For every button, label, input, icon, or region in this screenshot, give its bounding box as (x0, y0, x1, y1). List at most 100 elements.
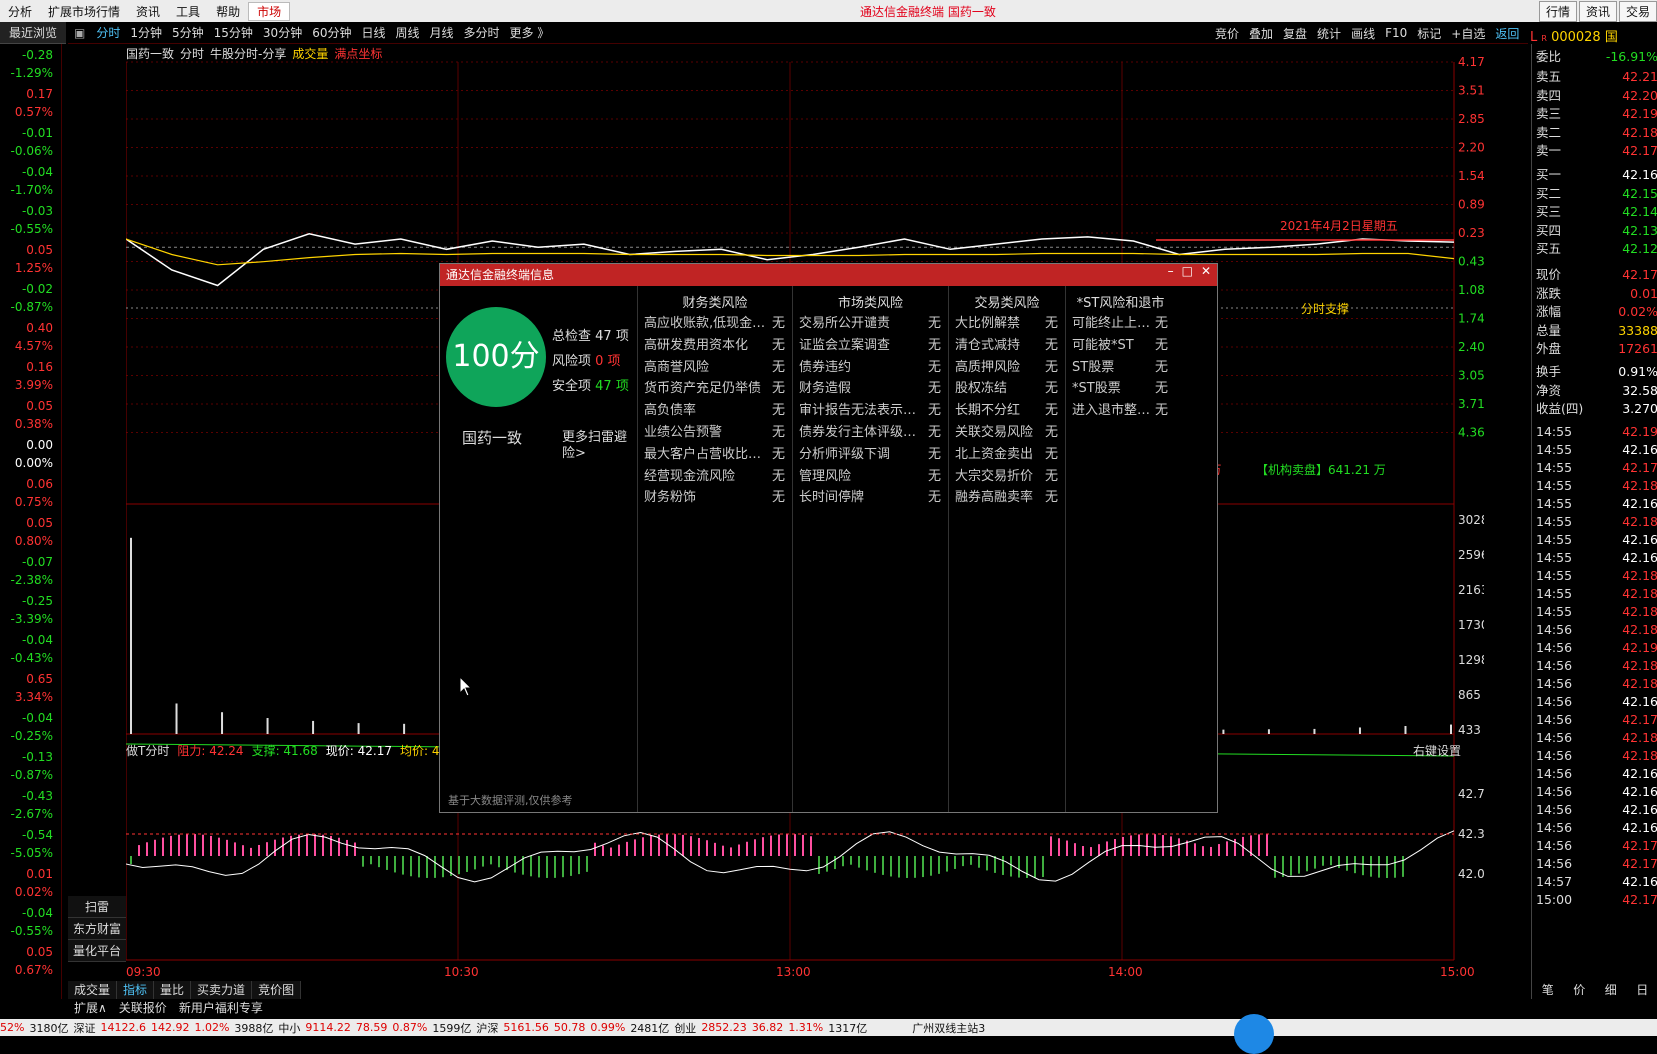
period-tab[interactable]: 周线 (391, 24, 425, 41)
risk-item[interactable]: 财务造假 无 (799, 377, 941, 396)
risk-item[interactable]: 交易所公开谴责 无 (799, 312, 941, 331)
risk-item[interactable]: 债券违约 无 (799, 356, 941, 375)
period-tab[interactable]: 1分钟 (125, 24, 167, 41)
floating-assistant-icon[interactable] (1234, 1014, 1274, 1054)
bottom-link[interactable]: 扩展∧ (68, 999, 113, 1017)
left-quote-change[interactable]: -0.07 (0, 553, 53, 571)
left-quote-change[interactable]: -0.28 (0, 46, 53, 64)
quote-tab[interactable]: 笔 (1542, 981, 1554, 998)
left-quote-change[interactable]: 0.65 (0, 670, 53, 688)
panel-toggle-icon[interactable]: ▣ (68, 26, 91, 40)
period-tab[interactable]: 分时 (91, 24, 125, 41)
risk-item[interactable]: 经营现金流风险 无 (644, 465, 785, 484)
left-quote-change[interactable]: 0.05 (0, 514, 53, 532)
left-quote-change[interactable]: 0.17 (0, 85, 53, 103)
maximize-icon[interactable]: □ (1182, 264, 1193, 278)
bottom-link[interactable]: 关联报价 (113, 999, 173, 1017)
risk-item[interactable]: *ST股票 无 (1072, 377, 1168, 396)
left-quote-change[interactable]: 0.00 (0, 436, 53, 454)
toolbar-button[interactable]: 返回 (1490, 25, 1524, 42)
risk-item[interactable]: 清仓式减持 无 (955, 334, 1058, 353)
recent-browse-button[interactable]: 最近浏览 (0, 22, 66, 44)
quote-tab[interactable]: 价 (1573, 981, 1585, 998)
top-right-button[interactable]: 交易 (1618, 1, 1657, 22)
period-tab[interactable]: 15分钟 (209, 24, 258, 41)
risk-item[interactable]: 财务粉饰 无 (644, 486, 785, 505)
left-quote-change[interactable]: 0.05 (0, 943, 53, 961)
left-quote-change[interactable]: -0.43 (0, 787, 53, 805)
risk-item[interactable]: 大比例解禁 无 (955, 312, 1058, 331)
risk-item[interactable]: 最大客户占营收比… 无 (644, 443, 785, 462)
left-quote-change[interactable]: -0.54 (0, 826, 53, 844)
menu-item[interactable]: 帮助 (208, 3, 248, 20)
toolbar-button[interactable]: +自选 (1446, 25, 1490, 42)
period-tab[interactable]: 60分钟 (307, 24, 356, 41)
left-quote-change[interactable]: -0.01 (0, 124, 53, 142)
menu-item[interactable]: 资讯 (128, 3, 168, 20)
close-icon[interactable]: ✕ (1201, 264, 1211, 278)
more-scan-link[interactable]: 更多扫雷避险> (562, 430, 636, 462)
risk-item[interactable]: ST股票 无 (1072, 356, 1168, 375)
period-tab[interactable]: 多分时 (459, 24, 505, 41)
toolbar-button[interactable]: 画线 (1346, 25, 1380, 42)
left-quote-change[interactable]: 0.40 (0, 319, 53, 337)
risk-item[interactable]: 关联交易风险无 (955, 421, 1058, 440)
menu-item[interactable]: 扩展市场行情 (40, 3, 128, 20)
risk-item[interactable]: 大宗交易折价无 (955, 465, 1058, 484)
bottom-tab[interactable]: 指标 (117, 981, 155, 999)
top-right-button[interactable]: 行情 (1538, 1, 1577, 22)
period-tab[interactable]: 30分钟 (258, 24, 307, 41)
risk-item[interactable]: 货币资产充足仍举债无 (644, 377, 785, 396)
risk-item[interactable]: 分析师评级下调 无 (799, 443, 941, 462)
risk-item[interactable]: 融券高融卖率无 (955, 486, 1058, 505)
toolbar-button[interactable]: 标记 (1412, 25, 1446, 42)
left-tool-button[interactable]: 东方财富 (68, 918, 126, 940)
period-tab[interactable]: 日线 (356, 24, 390, 41)
toolbar-button[interactable]: 统计 (1312, 25, 1346, 42)
risk-item[interactable]: 高商誉风险 无 (644, 356, 785, 375)
bottom-link[interactable]: 新用户福利专享 (173, 999, 269, 1017)
risk-item[interactable]: 证监会立案调查 无 (799, 334, 941, 353)
risk-item[interactable]: 长时间停牌 无 (799, 486, 941, 505)
top-right-button[interactable]: 资讯 (1578, 1, 1617, 22)
indicator-settings[interactable]: 右键设置 (1413, 742, 1461, 759)
menu-item[interactable]: 分析 (0, 3, 40, 20)
left-quote-change[interactable]: -0.03 (0, 202, 53, 220)
minimize-icon[interactable]: – (1168, 264, 1174, 278)
risk-item[interactable]: 高负债率 无 (644, 399, 785, 418)
toolbar-button[interactable]: 叠加 (1244, 25, 1278, 42)
left-quote-change[interactable]: -0.02 (0, 280, 53, 298)
left-quote-change[interactable]: -0.04 (0, 709, 53, 727)
risk-item[interactable]: 高应收账款,低现金… 无 (644, 312, 785, 331)
risk-item[interactable]: 可能被*ST 无 (1072, 334, 1168, 353)
period-tab[interactable]: 更多 》 (505, 24, 555, 41)
risk-item[interactable]: 业绩公告预警 无 (644, 421, 785, 440)
risk-item[interactable]: 可能终止上… 无 (1072, 312, 1168, 331)
risk-item[interactable]: 进入退市整… 无 (1072, 399, 1168, 418)
risk-item[interactable]: 长期不分红 无 (955, 399, 1058, 418)
risk-item[interactable]: 高质押风险 无 (955, 356, 1058, 375)
menu-item[interactable]: 市场 (248, 1, 291, 21)
bottom-tab[interactable]: 成交量 (68, 981, 118, 999)
toolbar-button[interactable]: 竞价 (1210, 25, 1244, 42)
left-quote-change[interactable]: 0.06 (0, 475, 53, 493)
left-quote-change[interactable]: 0.01 (0, 865, 53, 883)
left-quote-change[interactable]: -0.04 (0, 631, 53, 649)
bottom-tab[interactable]: 量比 (154, 981, 192, 999)
risk-item[interactable]: 审计报告无法表示… 无 (799, 399, 941, 418)
left-tool-button[interactable]: 扫雷 (68, 896, 126, 918)
risk-item[interactable]: 北上资金卖出无 (955, 443, 1058, 462)
left-quote-change[interactable]: -0.04 (0, 163, 53, 181)
period-tab[interactable]: 月线 (425, 24, 459, 41)
left-tool-button[interactable]: 量化平台 (68, 940, 126, 962)
left-quote-change[interactable]: -0.25 (0, 592, 53, 610)
risk-item[interactable]: 管理风险 无 (799, 465, 941, 484)
bottom-tab[interactable]: 买卖力道 (191, 981, 253, 999)
risk-item[interactable]: 高研发费用资本化 无 (644, 334, 785, 353)
quote-tab[interactable]: 日 (1636, 981, 1648, 998)
left-quote-change[interactable]: 0.05 (0, 241, 53, 259)
left-quote-change[interactable]: -0.13 (0, 748, 53, 766)
period-tab[interactable]: 5分钟 (167, 24, 209, 41)
left-quote-change[interactable]: 0.16 (0, 358, 53, 376)
toolbar-button[interactable]: 复盘 (1278, 25, 1312, 42)
